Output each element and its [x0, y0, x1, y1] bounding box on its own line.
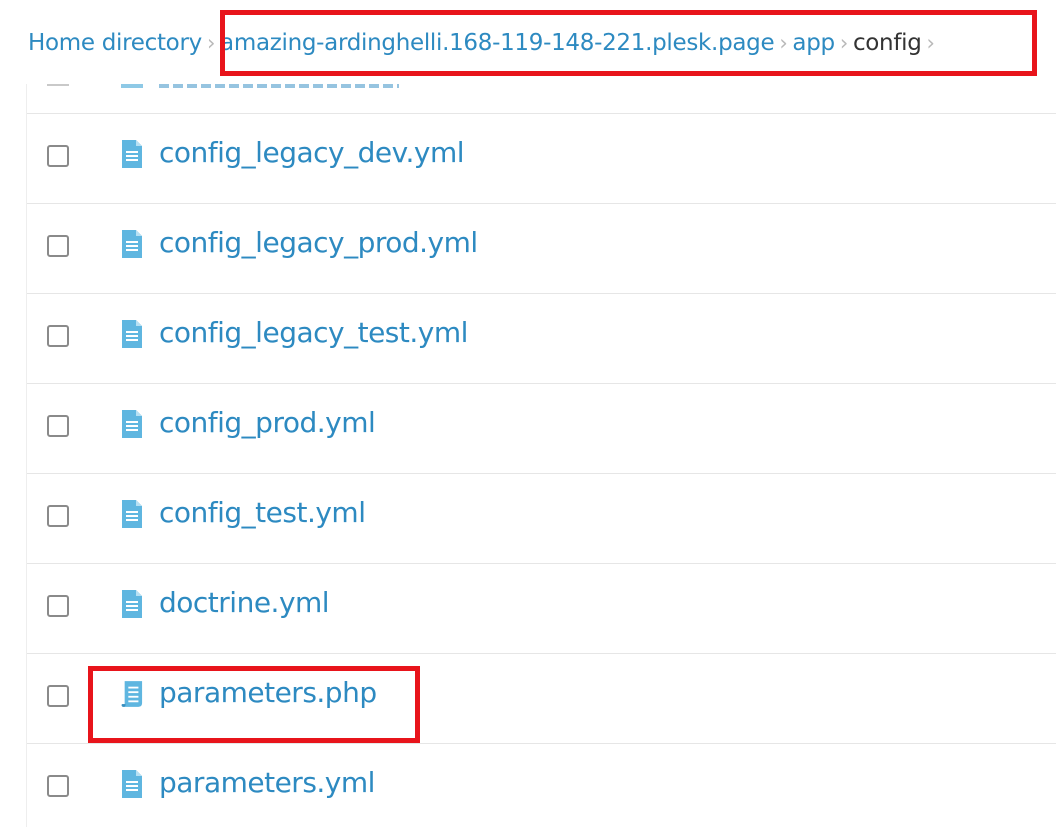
row-checkbox[interactable]	[47, 505, 69, 527]
table-row: parameters.yml	[27, 744, 1056, 827]
breadcrumb-home-directory[interactable]: Home directory	[28, 30, 202, 56]
document-icon	[122, 410, 142, 438]
breadcrumb-config: config	[852, 30, 922, 56]
file-name-link[interactable]: doctrine.yml	[159, 586, 330, 619]
chevron-right-icon: ›	[839, 31, 848, 55]
table-row: parameters.php	[27, 654, 1056, 744]
table-row: doctrine.yml	[27, 564, 1056, 654]
file-name-link[interactable]: config_prod.yml	[159, 406, 376, 439]
table-row: config_prod.yml	[27, 384, 1056, 474]
breadcrumb-app[interactable]: app	[792, 30, 835, 56]
script-icon	[121, 681, 143, 707]
row-checkbox[interactable]	[47, 415, 69, 437]
row-checkbox[interactable]	[47, 595, 69, 617]
breadcrumb: Home directory › amazing-ardinghelli.168…	[0, 0, 1056, 84]
chevron-right-icon: ›	[206, 31, 216, 55]
row-checkbox[interactable]	[47, 235, 69, 257]
row-checkbox[interactable]	[47, 325, 69, 347]
row-checkbox[interactable]	[47, 145, 69, 167]
table-row: config_legacy_prod.yml	[27, 204, 1056, 294]
file-manager: config_legacy_dev.yml config_legacy_prod…	[0, 0, 1056, 827]
file-name-link[interactable]: config_legacy_prod.yml	[159, 226, 478, 259]
file-name-link[interactable]: config_legacy_test.yml	[159, 316, 468, 349]
table-row: config_legacy_test.yml	[27, 294, 1056, 384]
chevron-right-icon: ›	[779, 31, 788, 55]
file-name-link[interactable]: parameters.yml	[159, 766, 375, 799]
file-list: config_legacy_dev.yml config_legacy_prod…	[26, 22, 1056, 827]
chevron-right-icon: ›	[926, 31, 935, 55]
breadcrumb-row: Home directory › amazing-ardinghelli.168…	[28, 24, 940, 62]
document-icon	[122, 500, 142, 528]
file-name-link[interactable]: config_legacy_dev.yml	[159, 136, 465, 169]
breadcrumb-domain[interactable]: amazing-ardinghelli.168-119-148-221.ples…	[220, 30, 775, 56]
document-icon	[122, 320, 142, 348]
table-row: config_legacy_dev.yml	[27, 114, 1056, 204]
row-checkbox[interactable]	[47, 775, 69, 797]
file-name-link[interactable]: parameters.php	[159, 676, 377, 709]
document-icon	[122, 140, 142, 168]
file-name-link[interactable]: config_test.yml	[159, 496, 366, 529]
table-row: config_test.yml	[27, 474, 1056, 564]
document-icon	[122, 590, 142, 618]
row-checkbox[interactable]	[47, 685, 69, 707]
document-icon	[122, 770, 142, 798]
document-icon	[122, 230, 142, 258]
